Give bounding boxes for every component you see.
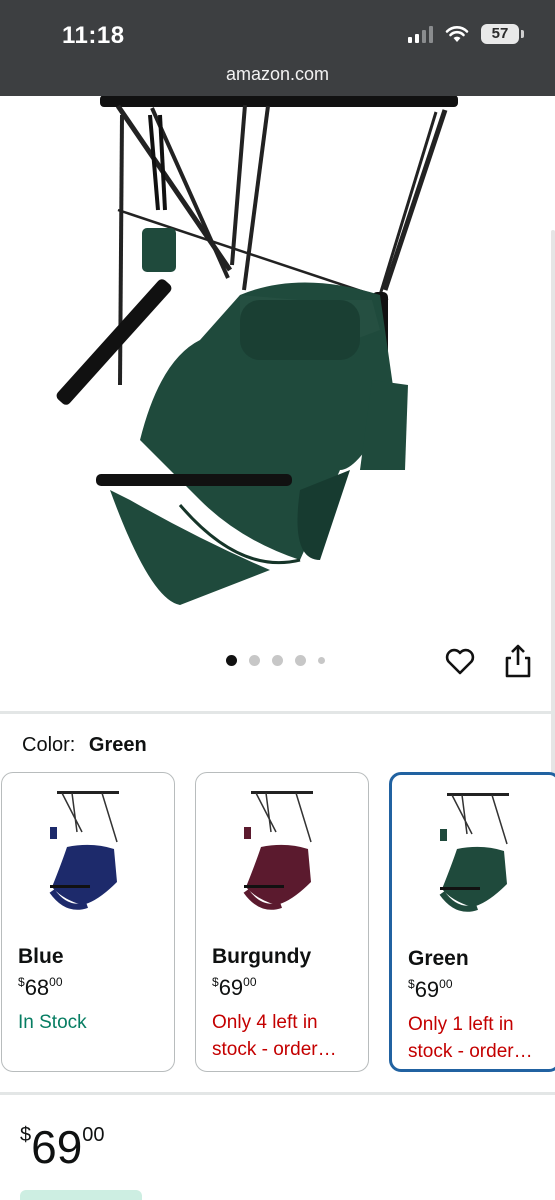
product-image[interactable] xyxy=(0,96,555,636)
battery-icon: 57 xyxy=(481,24,524,44)
status-time: 11:18 xyxy=(62,22,125,49)
variant-swatch-burgundy[interactable]: Burgundy $6900 Only 4 left in stock - or… xyxy=(195,772,369,1072)
burgundy-chair-thumbnail xyxy=(243,791,313,910)
status-icons: 57 xyxy=(408,24,524,44)
share-icon[interactable] xyxy=(504,643,532,679)
color-selector-label: Color: Green xyxy=(22,734,147,757)
variant-name: Green xyxy=(408,947,469,970)
variant-price: $6800 xyxy=(18,975,63,1000)
carousel-dot[interactable] xyxy=(249,655,260,666)
variant-swatch-green[interactable]: Green $6900 Only 1 left in stock - order… xyxy=(389,772,555,1072)
product-price: $6900 xyxy=(20,1121,105,1173)
wifi-icon xyxy=(445,26,469,42)
variant-name: Blue xyxy=(18,945,64,968)
green-chair-thumbnail xyxy=(439,793,509,912)
carousel-dot[interactable] xyxy=(295,655,306,666)
variant-price: $6900 xyxy=(212,975,257,1000)
color-label: Color: xyxy=(22,734,76,756)
section-divider xyxy=(0,711,555,714)
address-bar[interactable]: amazon.com xyxy=(0,64,555,85)
selected-color: Green xyxy=(88,734,147,756)
hanging-chair-illustration xyxy=(56,96,458,605)
page-scrollbar[interactable] xyxy=(551,230,555,830)
carousel-dot[interactable] xyxy=(318,657,325,664)
variant-name: Burgundy xyxy=(212,945,312,968)
browser-top-bar: 11:18 57 amazon.com xyxy=(0,0,555,96)
blue-chair-thumbnail xyxy=(49,791,119,910)
section-divider xyxy=(0,1092,555,1095)
variant-swatch-blue[interactable]: Blue $6800 In Stock xyxy=(1,772,175,1072)
carousel-dot[interactable] xyxy=(226,655,237,666)
stock-status: In Stock xyxy=(18,1012,87,1033)
carousel-dot[interactable] xyxy=(272,655,283,666)
deal-badge xyxy=(20,1190,142,1200)
image-carousel-dots[interactable] xyxy=(226,655,325,666)
stock-status: Only 4 left in stock - order… xyxy=(212,1012,337,1060)
stock-status: Only 1 left in stock - order… xyxy=(408,1014,533,1062)
variant-price: $6900 xyxy=(408,977,453,1002)
cellular-signal-icon xyxy=(408,25,433,43)
heart-icon[interactable] xyxy=(444,645,476,677)
